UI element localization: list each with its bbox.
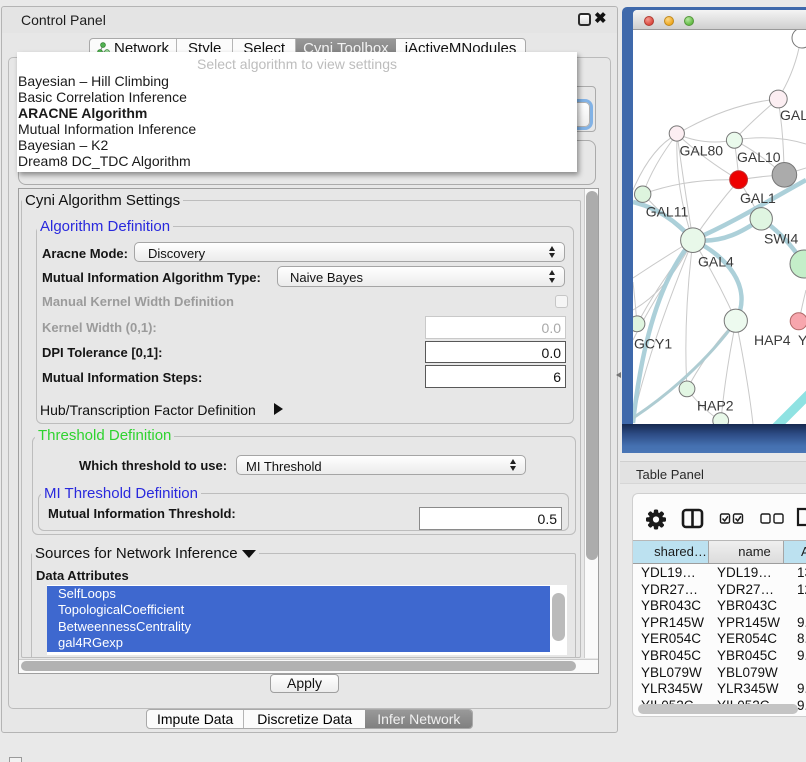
svg-text:GAL4: GAL4 [698,254,734,270]
svg-text:GAL10: GAL10 [737,149,781,165]
svg-text:HAP4: HAP4 [754,332,791,348]
svg-text:GAL80: GAL80 [680,143,724,159]
svg-text:Y: Y [798,332,806,348]
svg-text:GAL1: GAL1 [780,107,806,123]
svg-text:GCY1: GCY1 [634,336,672,352]
svg-text:SWI4: SWI4 [764,231,798,247]
svg-text:GAL1: GAL1 [740,190,776,206]
svg-text:GAL11: GAL11 [646,204,689,220]
svg-text:HAP2: HAP2 [697,398,734,414]
